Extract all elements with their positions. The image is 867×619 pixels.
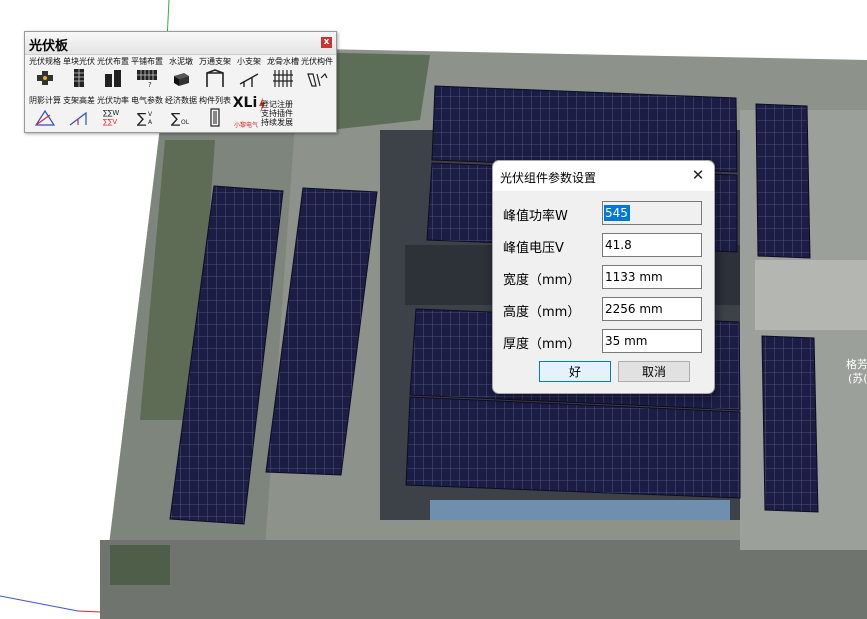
shadow-calc-icon — [34, 109, 56, 126]
register-line-3: 持续发展 — [261, 118, 293, 127]
peak-power-label: 峰值功率W — [503, 209, 568, 224]
dialog-titlebar[interactable]: 光伏组件参数设置 ✕ — [493, 161, 714, 191]
road-bottom — [100, 540, 867, 619]
blue-roof-strip — [430, 500, 730, 520]
tool-bracket-height[interactable]: 支架高差 — [62, 95, 96, 131]
tool-small-bracket[interactable]: 小支架 — [232, 56, 266, 92]
height-input[interactable] — [602, 297, 702, 321]
peak-power-input[interactable] — [602, 201, 702, 225]
bracket-height-icon — [69, 111, 87, 126]
svg-text:∑: ∑ — [137, 111, 147, 127]
svg-text:V: V — [148, 111, 153, 118]
trees-bottom — [110, 545, 170, 585]
tool-flat-layout[interactable]: 平铺布置 ? — [130, 56, 164, 92]
pv-array-right-bottom — [761, 335, 819, 513]
dialog-title: 光伏组件参数设置 — [500, 171, 597, 185]
building-roof-right — [755, 260, 867, 330]
svg-text:OL: OL — [181, 119, 190, 126]
concrete-pier-icon — [174, 73, 189, 86]
pv-toolbar[interactable]: 光伏板 x 光伏规格 单块光伏 光伏布置 平铺布置 ? 水泥墩 万通支架 小支架… — [24, 31, 337, 133]
tool-panel-layout[interactable]: 光伏布置 — [96, 56, 130, 92]
field-row-height: 高度（mm） — [493, 297, 714, 323]
component-list-icon — [210, 108, 220, 127]
pv-array-right-top — [755, 103, 811, 259]
small-bracket-icon — [239, 73, 259, 87]
xli-logo-text: XLi — [232, 95, 258, 111]
field-row-width: 宽度（mm） — [493, 265, 714, 291]
pv-array-bottom — [405, 396, 741, 499]
thickness-input[interactable] — [602, 329, 702, 353]
flat-layout-icon: ? — [137, 70, 157, 88]
tool-economic-data[interactable]: 经济数据 ∑ OL — [164, 95, 198, 131]
cancel-button[interactable]: 取消 — [618, 361, 690, 382]
pv-component-icon — [307, 72, 328, 87]
peak-voltage-input[interactable] — [602, 233, 702, 257]
tool-label: 光伏构件 — [301, 57, 333, 66]
svg-text:∑∑W: ∑∑W — [103, 109, 119, 117]
toolbar-titlebar[interactable]: 光伏板 x — [25, 32, 336, 55]
close-icon[interactable]: ✕ — [689, 166, 707, 184]
field-row-peak-voltage: 峰值电压V — [493, 233, 714, 259]
register-line-2: 支持插件 — [261, 109, 293, 118]
universal-bracket-icon — [206, 69, 224, 87]
tool-electrical-params[interactable]: 电气参数 ∑ V A — [130, 95, 164, 131]
width-input[interactable] — [602, 265, 702, 289]
svg-text:A: A — [148, 119, 153, 126]
ok-button[interactable]: 好 — [539, 361, 611, 382]
tool-pv-spec[interactable]: 光伏规格 — [28, 56, 62, 92]
keel-gutter-icon — [273, 70, 293, 87]
place-label-line2: (苏( — [848, 372, 867, 385]
tool-single-panel[interactable]: 单块光伏 — [62, 56, 96, 92]
pv-spec-icon — [37, 71, 53, 85]
svg-text:∑∑V: ∑∑V — [103, 118, 117, 126]
single-panel-icon — [74, 69, 84, 87]
xli-sublabel: 小黎电气 — [234, 122, 259, 129]
svg-text:∑: ∑ — [171, 111, 181, 127]
register-plugin-text[interactable]: 登记注册 支持插件 持续发展 — [261, 100, 335, 128]
tool-concrete-pier[interactable]: 水泥墩 — [164, 56, 198, 92]
field-row-thickness: 厚度（mm） — [493, 329, 714, 355]
tool-universal-bracket[interactable]: 万通支架 — [198, 56, 232, 92]
pv-params-dialog[interactable]: 光伏组件参数设置 ✕ 峰值功率W 峰值电压V 宽度（mm） 高度（mm） 厚度（… — [492, 160, 715, 394]
tool-shadow-calc[interactable]: 阴影计算 — [28, 95, 62, 131]
field-row-peak-power: 峰值功率W — [493, 201, 714, 227]
height-label: 高度（mm） — [503, 305, 581, 320]
blue-axis-line — [0, 595, 79, 612]
width-label: 宽度（mm） — [503, 273, 581, 288]
toolbar-title: 光伏板 — [29, 39, 69, 54]
place-label-line1: 格芳 — [846, 357, 867, 371]
peak-voltage-label: 峰值电压V — [503, 241, 564, 256]
toolbar-close-icon[interactable]: x — [321, 37, 332, 48]
panel-layout-icon — [105, 70, 121, 87]
pv-power-icon: ∑∑W∑∑V — [103, 109, 119, 126]
tool-keel-gutter[interactable]: 龙骨水槽 — [266, 56, 300, 92]
tool-pv-power[interactable]: 光伏功率 ∑∑W ∑∑V — [96, 95, 130, 131]
svg-text:?: ? — [148, 81, 152, 88]
register-line-1: 登记注册 — [261, 100, 293, 109]
electrical-params-icon: ∑ VA — [137, 111, 153, 127]
economic-data-icon: ∑ OL — [171, 111, 190, 127]
thickness-label: 厚度（mm） — [503, 337, 581, 352]
tool-label: 构件列表 — [199, 96, 231, 105]
tool-pv-component[interactable]: 光伏构件 — [300, 56, 334, 92]
tool-component-list[interactable]: 构件列表 — [198, 95, 232, 131]
